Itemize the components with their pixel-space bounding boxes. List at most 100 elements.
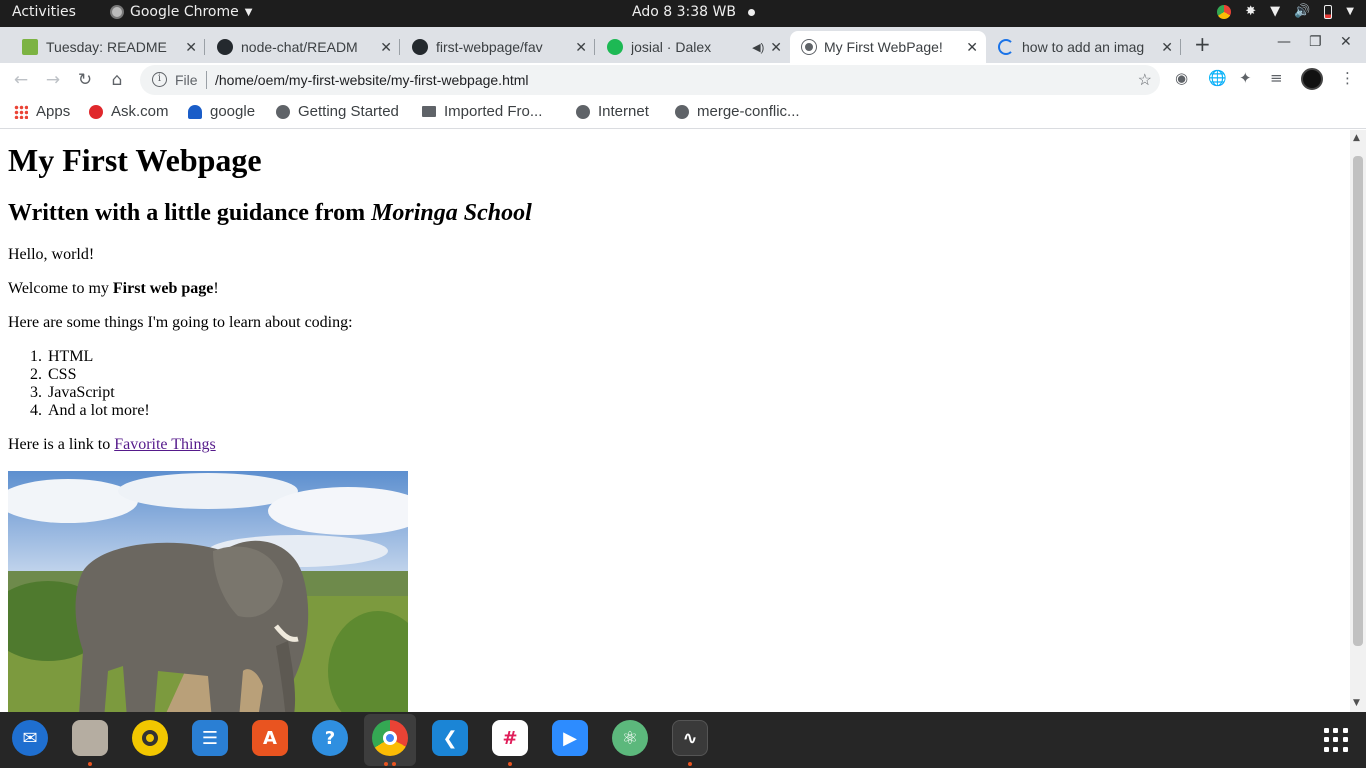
thunderbird-icon[interactable]: ✉	[12, 720, 48, 756]
app-menu[interactable]: Google Chrome ▼	[110, 4, 252, 20]
close-icon[interactable]: ✕	[575, 39, 587, 56]
bookmark-google[interactable]: google	[188, 103, 255, 120]
zoom-icon[interactable]: ▶	[552, 720, 588, 756]
google-hat-icon	[188, 104, 202, 119]
loading-spinner-icon	[998, 39, 1014, 55]
libreoffice-writer-icon[interactable]: ☰	[192, 720, 228, 756]
slack-icon[interactable]: #	[492, 720, 528, 756]
address-bar[interactable]: i File /home/oem/my-first-website/my-fir…	[140, 65, 1160, 95]
bookmark-apps[interactable]: Apps	[14, 103, 70, 120]
ubuntu-dock: ✉ ☰ A ? ❮ # ▶ ⚛ ∿	[0, 712, 1366, 768]
chrome-app-icon	[110, 5, 124, 19]
profile-avatar[interactable]	[1301, 68, 1323, 90]
bookmark-ask-com[interactable]: Ask.com	[89, 103, 169, 120]
bookmark-internet[interactable]: Internet	[576, 103, 649, 120]
activities-button[interactable]: Activities	[12, 4, 76, 20]
tab-title: first-webpage/fav	[436, 39, 543, 55]
tab-how-to-add-an-image[interactable]: how to add an imag ✕	[986, 31, 1181, 63]
reload-icon[interactable]: ↻	[74, 69, 96, 91]
tab-title: node-chat/READM	[241, 39, 358, 55]
running-indicator	[392, 762, 396, 766]
tab-title: Tuesday: README	[46, 39, 167, 55]
atom-icon[interactable]: ⚛	[612, 720, 648, 756]
tab-my-first-webpage[interactable]: My First WebPage! ✕	[790, 31, 986, 63]
close-icon[interactable]: ✕	[185, 39, 197, 56]
minimize-button[interactable]: —	[1277, 34, 1291, 50]
media-playlist-icon[interactable]: ≡	[1270, 69, 1283, 87]
link-prefix: Here is a link to	[8, 436, 115, 453]
software-center-icon[interactable]: A	[252, 720, 288, 756]
bookmark-imported-from[interactable]: Imported Fro...	[422, 103, 542, 120]
home-icon[interactable]: ⌂	[106, 69, 128, 91]
bookmark-star-icon[interactable]: ☆	[1138, 70, 1152, 90]
tab-first-webpage-fav[interactable]: first-webpage/fav ✕	[400, 31, 595, 63]
tab-node-chat-readme[interactable]: node-chat/READM ✕	[205, 31, 400, 63]
scroll-up-icon[interactable]: ▲	[1353, 133, 1360, 143]
rhythmbox-icon[interactable]	[132, 720, 168, 756]
bookmark-merge-conflict[interactable]: merge-conflic...	[675, 103, 800, 120]
list-text: HTML	[48, 348, 94, 365]
page-subheading: Written with a little guidance from Mori…	[8, 200, 532, 227]
chrome-tray-icon[interactable]	[1217, 4, 1232, 19]
list-item: 1. HTML	[8, 348, 150, 366]
extensions-puzzle-icon[interactable]: ✦	[1239, 69, 1252, 87]
info-icon[interactable]: i	[152, 72, 167, 87]
tab-josial-dalex[interactable]: josial · Dalex ◀) ✕	[595, 31, 790, 63]
caret-down-icon[interactable]: ▼	[1346, 6, 1354, 17]
slack-tray-icon[interactable]: ✸	[1245, 4, 1256, 19]
close-icon[interactable]: ✕	[770, 39, 782, 56]
bookmark-getting-started[interactable]: Getting Started	[276, 103, 399, 120]
page-scrollbar[interactable]: ▲ ▼	[1350, 130, 1366, 712]
elephant-illustration	[8, 471, 408, 712]
list-number: 1.	[30, 348, 42, 365]
close-window-button[interactable]: ✕	[1340, 34, 1352, 50]
learn-list: 1. HTML 2. CSS 3. JavaScript 4. And a lot mo…	[8, 348, 150, 420]
scrollbar-thumb[interactable]	[1353, 156, 1363, 646]
extension-us-globe-icon[interactable]: 🌐	[1208, 69, 1227, 87]
speaker-muted-icon[interactable]: ◀)	[752, 41, 764, 54]
show-applications-icon[interactable]	[1324, 728, 1348, 752]
tab-tuesday-readme[interactable]: Tuesday: README ✕	[10, 31, 205, 63]
omnibox-divider	[206, 71, 207, 89]
list-item: 2. CSS	[8, 366, 150, 384]
help-icon[interactable]: ?	[312, 720, 348, 756]
welcome-bold: First web page	[112, 280, 214, 297]
close-icon[interactable]: ✕	[1161, 39, 1173, 56]
system-monitor-icon[interactable]: ∿	[672, 720, 708, 756]
scroll-down-icon[interactable]: ▼	[1353, 698, 1360, 708]
forward-arrow-icon[interactable]: →	[42, 69, 64, 91]
wifi-icon[interactable]: ▼	[1270, 4, 1280, 19]
list-text: And a lot more!	[48, 402, 150, 419]
bookmarks-bar: Apps Ask.com google Getting Started Impo…	[0, 97, 1366, 129]
close-icon[interactable]: ✕	[380, 39, 392, 56]
vscode-icon[interactable]: ❮	[432, 720, 468, 756]
list-number: 2.	[30, 366, 42, 383]
bookmark-label: Imported Fro...	[444, 103, 543, 120]
list-number: 4.	[30, 402, 42, 419]
page-viewport: My First Webpage Written with a little g…	[0, 130, 1350, 712]
browser-toolbar: ← → ↻ ⌂ i File /home/oem/my-first-websit…	[0, 63, 1366, 97]
github-icon	[217, 39, 233, 55]
clock[interactable]: Ado 8 3:38 WB	[632, 4, 736, 20]
tab-separator	[1180, 39, 1181, 55]
chrome-icon[interactable]	[372, 720, 408, 756]
back-arrow-icon[interactable]: ←	[10, 69, 32, 91]
bookmark-label: Apps	[36, 103, 71, 120]
battery-icon[interactable]	[1324, 4, 1333, 19]
list-item: 3. JavaScript	[8, 384, 150, 402]
url-text[interactable]: /home/oem/my-first-website/my-first-webp…	[215, 72, 529, 88]
tab-strip: Tuesday: README ✕ node-chat/READM ✕ firs…	[0, 27, 1366, 63]
extension-owl-icon[interactable]: ◉	[1175, 69, 1188, 87]
apps-grid-icon	[14, 104, 28, 119]
list-number: 3.	[30, 384, 42, 401]
system-tray[interactable]: ✸ ▼ 🔊 ▼	[1217, 4, 1354, 19]
github-icon	[412, 39, 428, 55]
new-tab-button[interactable]: +	[1194, 32, 1211, 56]
volume-icon[interactable]: 🔊	[1294, 4, 1310, 19]
kebab-menu-icon[interactable]: ⋮	[1340, 69, 1355, 87]
files-icon[interactable]	[72, 720, 108, 756]
close-icon[interactable]: ✕	[966, 39, 978, 56]
learn-intro-paragraph: Here are some things I'm going to learn …	[8, 314, 353, 331]
restore-button[interactable]: ❐	[1309, 34, 1322, 50]
favorite-things-link[interactable]: Favorite Things	[114, 436, 215, 453]
